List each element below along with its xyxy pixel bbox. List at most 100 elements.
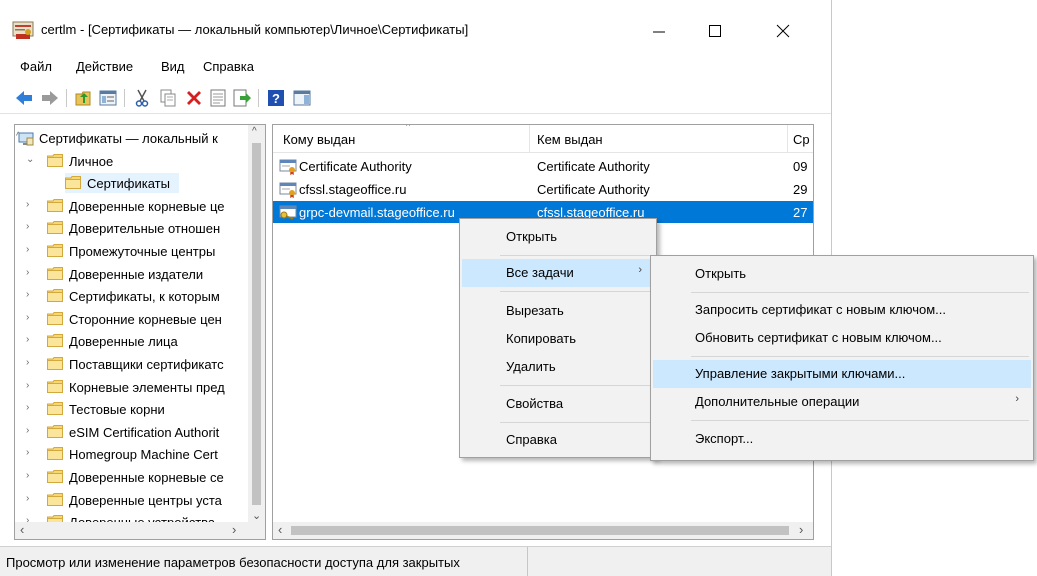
tree-item[interactable]: › Поставщики сертификатс: [15, 353, 255, 375]
tree-item-label: Доверительные отношен: [69, 221, 221, 237]
menu-separator: [691, 356, 1029, 357]
cut-icon[interactable]: [132, 88, 152, 108]
folder-icon: [47, 357, 63, 370]
toolbar: ?: [0, 80, 831, 114]
menu-help[interactable]: Справка: [203, 59, 254, 74]
menu-item-delete[interactable]: Удалить: [462, 353, 654, 381]
help-icon[interactable]: ?: [266, 88, 286, 108]
properties-icon[interactable]: [208, 88, 228, 108]
expand-chevron-icon[interactable]: ›: [26, 267, 36, 279]
menu-file[interactable]: Файл: [20, 59, 52, 74]
menu-item-copy[interactable]: Копировать: [462, 325, 654, 353]
delete-icon[interactable]: [184, 88, 204, 108]
tree-item[interactable]: › Сторонние корневые цен: [15, 308, 255, 330]
table-row[interactable]: cfssl.stageoffice.ru Certificate Authorit…: [273, 178, 813, 200]
scroll-right-icon[interactable]: ›: [799, 522, 803, 537]
tree-item-label: Сертификаты — локальный к: [39, 131, 218, 146]
expand-chevron-icon[interactable]: ›: [26, 221, 36, 233]
tree-item[interactable]: › Homegroup Machine Cert: [15, 443, 255, 465]
tree-item[interactable]: › Доверенные корневые се: [15, 466, 255, 488]
show-hide-tree-icon[interactable]: [98, 88, 118, 108]
scrollbar-thumb[interactable]: [291, 526, 789, 535]
folder-icon: [47, 266, 63, 280]
tree-item[interactable]: › Доверенные центры уста: [15, 489, 255, 511]
tree-item[interactable]: › Промежуточные центры: [15, 240, 255, 262]
tree-item[interactable]: › Доверенные издатели: [15, 263, 255, 285]
expand-chevron-icon[interactable]: ›: [26, 244, 36, 256]
tree-item[interactable]: › Доверенные корневые це: [15, 195, 255, 217]
console-tree[interactable]: ^ Сертификаты — локальный к ⌄ Личное Сертифи…: [14, 124, 266, 540]
scroll-down-icon[interactable]: ⌄: [252, 509, 261, 522]
expand-chevron-icon[interactable]: ›: [26, 289, 36, 301]
expand-chevron-icon[interactable]: ›: [26, 199, 36, 211]
cell-issued-to: Certificate Authority: [299, 159, 412, 174]
menu-action[interactable]: Действие: [76, 59, 133, 74]
menu-item-properties[interactable]: Свойства: [462, 390, 654, 418]
tree-horizontal-scrollbar[interactable]: ‹ ›: [15, 522, 265, 539]
tree-item-label: Корневые элементы пред: [69, 379, 225, 395]
expand-chevron-icon[interactable]: ›: [26, 425, 36, 437]
column-divider[interactable]: [787, 125, 788, 153]
tree-item[interactable]: ⌄ Личное: [15, 150, 255, 172]
back-icon[interactable]: [14, 88, 34, 108]
scrollbar-thumb[interactable]: [252, 143, 261, 505]
scroll-right-icon[interactable]: ›: [232, 522, 236, 537]
copy-icon[interactable]: [158, 88, 178, 108]
folder-icon: [47, 402, 63, 416]
export-icon[interactable]: [232, 88, 252, 108]
scroll-up-icon[interactable]: ^: [252, 126, 257, 137]
menu-item-help[interactable]: Справка: [462, 426, 654, 454]
list-horizontal-scrollbar[interactable]: ‹ ›: [273, 522, 813, 539]
expand-chevron-icon[interactable]: ›: [26, 334, 36, 346]
submenu-item-manage-private-keys[interactable]: Управление закрытыми ключами...: [653, 360, 1031, 388]
close-button[interactable]: [760, 12, 806, 50]
tree-item[interactable]: › Корневые элементы пред: [15, 376, 255, 398]
column-issued-by[interactable]: Кем выдан: [537, 132, 603, 147]
column-issued-to[interactable]: Кому выдан: [283, 132, 355, 147]
menu-item-all-tasks[interactable]: Все задачи ›: [462, 259, 654, 287]
submenu-item-export[interactable]: Экспорт...: [653, 425, 1031, 453]
cell-expiration: 09: [793, 159, 808, 174]
scroll-left-icon[interactable]: ‹: [278, 522, 282, 537]
expand-chevron-icon[interactable]: ›: [26, 447, 36, 459]
column-expiration[interactable]: Ср: [793, 132, 810, 147]
submenu-item-renew-new-key[interactable]: Обновить сертификат с новым ключом...: [653, 324, 1031, 352]
tree-item[interactable]: › Доверительные отношен: [15, 217, 255, 239]
scroll-left-icon[interactable]: ‹: [20, 522, 24, 537]
expand-chevron-icon[interactable]: ›: [26, 470, 36, 482]
minimize-button[interactable]: [636, 12, 682, 50]
tree-vertical-scrollbar[interactable]: ^ ⌄: [248, 125, 265, 523]
maximize-button[interactable]: [692, 12, 738, 50]
tree-item[interactable]: › Сертификаты, к которым: [15, 285, 255, 307]
tree-item[interactable]: Сертификаты: [15, 172, 255, 194]
menu-item-open[interactable]: Открыть: [462, 223, 654, 251]
title-bar[interactable]: certlm - [Сертификаты — локальный компью…: [0, 0, 831, 52]
up-folder-icon[interactable]: [74, 88, 94, 108]
expand-chevron-icon[interactable]: ›: [26, 493, 36, 505]
tree-item-label: Доверенные корневые се: [69, 470, 224, 485]
submenu-item-advanced-operations[interactable]: Дополнительные операции ›: [653, 388, 1031, 416]
submenu-item-request-new-key[interactable]: Запросить сертификат с новым ключом...: [653, 296, 1031, 324]
toolbar-separator: [258, 89, 259, 107]
collapse-chevron-icon[interactable]: ⌄: [26, 154, 36, 166]
action-pane-icon[interactable]: [292, 88, 312, 108]
expand-chevron-icon[interactable]: ›: [26, 402, 36, 414]
menu-separator: [500, 422, 652, 423]
expand-chevron-icon[interactable]: ›: [26, 357, 36, 369]
tree-item[interactable]: › Тестовые корни: [15, 398, 255, 420]
table-row[interactable]: Certificate Authority Certificate Authori…: [273, 155, 813, 177]
tree-item-label: Сертификаты: [87, 176, 170, 192]
menu-item-cut[interactable]: Вырезать: [462, 297, 654, 325]
forward-icon[interactable]: [40, 88, 60, 108]
tree-item[interactable]: › Доверенные лица: [15, 330, 255, 352]
expand-chevron-icon[interactable]: ›: [26, 380, 36, 392]
tree-item[interactable]: ^ Сертификаты — локальный к: [15, 127, 255, 149]
expand-chevron-icon[interactable]: ›: [26, 312, 36, 324]
cell-expiration: 27: [793, 205, 808, 220]
all-tasks-submenu: Открыть Запросить сертификат с новым клю…: [650, 255, 1034, 461]
menu-view[interactable]: Вид: [161, 59, 185, 74]
submenu-item-open[interactable]: Открыть: [653, 260, 1031, 288]
tree-item[interactable]: › eSIM Certification Authorit: [15, 421, 255, 443]
column-divider[interactable]: [529, 125, 530, 153]
folder-icon: [47, 153, 63, 167]
